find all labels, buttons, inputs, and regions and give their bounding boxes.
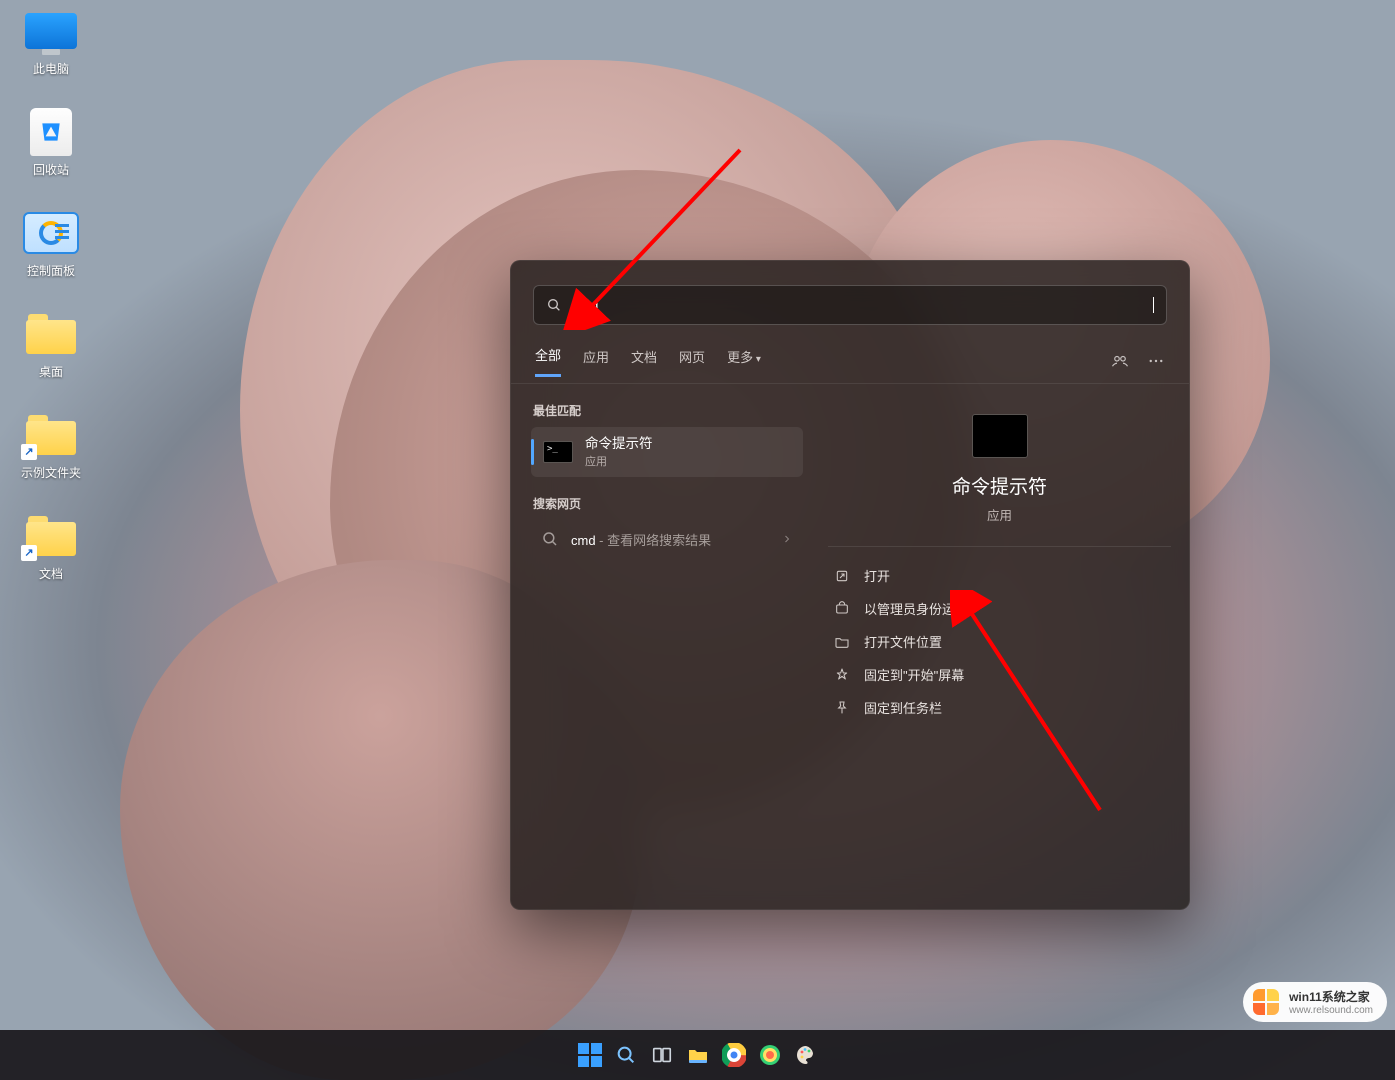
search-icon — [615, 1044, 637, 1066]
folder-icon — [26, 314, 76, 354]
chevron-right-icon — [781, 533, 793, 545]
action-open-file-location[interactable]: 打开文件位置 — [828, 625, 1171, 658]
open-icon — [834, 568, 850, 584]
desktop-icon-folder[interactable]: 文档 — [12, 513, 90, 582]
action-label: 固定到"开始"屏幕 — [864, 665, 964, 684]
shield-icon — [834, 601, 850, 617]
result-subtitle: 应用 — [585, 453, 653, 469]
taskbar-browser[interactable] — [756, 1041, 784, 1069]
desktop-icon-folder[interactable]: 示例文件夹 — [12, 412, 90, 481]
taskbar-paint[interactable] — [792, 1041, 820, 1069]
desktop-icon-recycle-bin[interactable]: 回收站 — [12, 109, 90, 178]
watermark-logo-icon — [1253, 989, 1279, 1015]
detail-subtitle: 应用 — [828, 505, 1171, 524]
task-view-icon — [651, 1044, 673, 1066]
taskbar-chrome[interactable] — [720, 1041, 748, 1069]
monitor-icon — [25, 13, 77, 49]
action-label: 以管理员身份运行 — [864, 599, 968, 618]
action-pin-to-taskbar[interactable]: 固定到任务栏 — [828, 691, 1171, 724]
desktop-icon-this-pc[interactable]: 此电脑 — [12, 8, 90, 77]
desktop-icons-area: 此电脑 回收站 控制面板 桌面 示例文件夹 文档 — [12, 8, 102, 614]
desktop-icon-label: 控制面板 — [12, 262, 90, 279]
search-query-text: cmd — [572, 297, 1154, 313]
desktop-icon-control-panel[interactable]: 控制面板 — [12, 210, 90, 279]
taskbar — [0, 1030, 1395, 1080]
pin-icon — [834, 700, 850, 716]
tab-web[interactable]: 网页 — [679, 347, 705, 376]
recycle-bin-icon — [30, 108, 72, 156]
chrome-icon — [722, 1043, 746, 1067]
divider — [828, 546, 1171, 547]
pin-icon — [834, 667, 850, 683]
tab-apps[interactable]: 应用 — [583, 347, 609, 376]
control-panel-icon — [23, 212, 79, 254]
more-options-icon[interactable] — [1147, 352, 1165, 370]
taskbar-task-view[interactable] — [648, 1041, 676, 1069]
tab-more[interactable]: 更多 — [727, 347, 761, 376]
action-pin-to-start[interactable]: 固定到"开始"屏幕 — [828, 658, 1171, 691]
action-label: 打开文件位置 — [864, 632, 942, 651]
action-open[interactable]: 打开 — [828, 559, 1171, 592]
web-search-result[interactable]: cmd - 查看网络搜索结果 — [531, 520, 803, 559]
web-section-label: 搜索网页 — [533, 495, 803, 512]
folder-icon — [26, 415, 76, 455]
result-title: 命令提示符 — [585, 435, 653, 453]
folder-icon — [26, 516, 76, 556]
tab-all[interactable]: 全部 — [535, 345, 561, 377]
detail-title: 命令提示符 — [828, 472, 1171, 499]
best-match-label: 最佳匹配 — [533, 402, 803, 419]
web-hint: - 查看网络搜索结果 — [596, 533, 712, 548]
folder-icon — [834, 634, 850, 650]
account-switch-icon[interactable] — [1111, 352, 1129, 370]
watermark-title: win11系统之家 — [1289, 988, 1373, 1005]
action-label: 打开 — [864, 566, 890, 585]
search-icon — [541, 530, 559, 548]
desktop-icon-label: 回收站 — [12, 161, 90, 178]
result-detail-pane: 命令提示符 应用 打开 以管理员身份运行 打开文件位置 固定到"开始"屏幕 — [809, 384, 1189, 904]
search-tabs: 全部 应用 文档 网页 更多 — [511, 335, 1189, 384]
windows-logo-icon — [578, 1043, 602, 1067]
desktop-icon-label: 文档 — [12, 565, 90, 582]
web-query: cmd — [571, 533, 596, 548]
desktop-icon-folder[interactable]: 桌面 — [12, 311, 90, 380]
action-run-as-admin[interactable]: 以管理员身份运行 — [828, 592, 1171, 625]
taskbar-file-explorer[interactable] — [684, 1041, 712, 1069]
folder-icon — [686, 1043, 710, 1067]
browser-icon — [758, 1043, 782, 1067]
palette-icon — [794, 1043, 818, 1067]
watermark-badge: win11系统之家 www.relsound.com — [1243, 982, 1387, 1022]
start-button[interactable] — [576, 1041, 604, 1069]
command-prompt-icon — [972, 414, 1028, 458]
search-icon — [546, 297, 562, 313]
search-input[interactable]: cmd — [533, 285, 1167, 325]
start-search-panel: cmd 全部 应用 文档 网页 更多 最佳匹配 命令提示符 应用 搜索网页 c — [510, 260, 1190, 910]
result-item-command-prompt[interactable]: 命令提示符 应用 — [531, 427, 803, 477]
command-prompt-icon — [543, 441, 573, 463]
action-label: 固定到任务栏 — [864, 698, 942, 717]
tab-docs[interactable]: 文档 — [631, 347, 657, 376]
desktop-icon-label: 桌面 — [12, 363, 90, 380]
watermark-url: www.relsound.com — [1289, 1005, 1373, 1016]
desktop-icon-label: 示例文件夹 — [12, 464, 90, 481]
desktop-icon-label: 此电脑 — [12, 60, 90, 77]
taskbar-search-button[interactable] — [612, 1041, 640, 1069]
